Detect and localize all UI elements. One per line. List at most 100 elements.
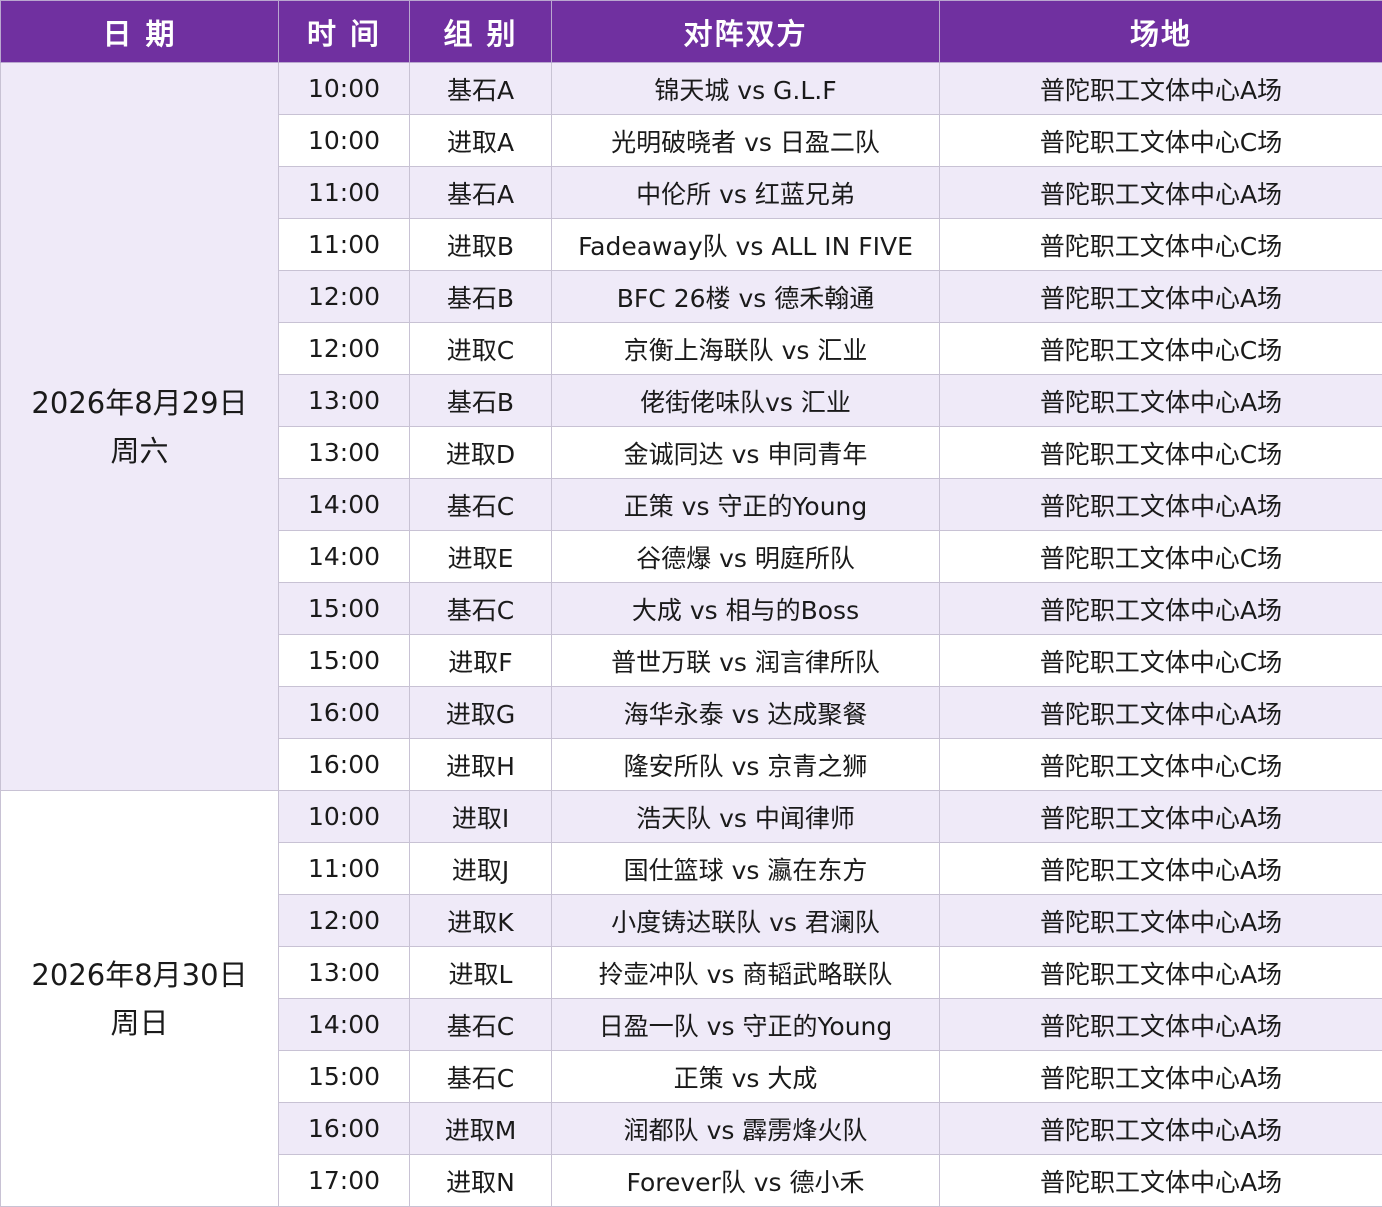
schedule-body: 2026年8月29日周六10:00基石A锦天城 vs G.L.F普陀职工文体中心…: [1, 63, 1382, 1207]
group-cell: 进取M: [410, 1103, 552, 1155]
weekday-text: 周日: [1, 999, 278, 1047]
match-cell: 佬街佬味队vs 汇业: [552, 375, 940, 427]
match-cell: 谷德爆 vs 明庭所队: [552, 531, 940, 583]
weekday-text: 周六: [1, 427, 278, 475]
venue-cell: 普陀职工文体中心A场: [940, 63, 1382, 115]
group-cell: 进取J: [410, 843, 552, 895]
match-cell: 京衡上海联队 vs 汇业: [552, 323, 940, 375]
match-cell: 光明破晓者 vs 日盈二队: [552, 115, 940, 167]
group-cell: 基石B: [410, 271, 552, 323]
time-cell: 12:00: [279, 323, 410, 375]
header-time: 时 间: [279, 1, 410, 63]
match-cell: 拎壶冲队 vs 商韬武略联队: [552, 947, 940, 999]
group-cell: 进取B: [410, 219, 552, 271]
match-cell: 日盈一队 vs 守正的Young: [552, 999, 940, 1051]
group-cell: 进取C: [410, 323, 552, 375]
group-cell: 进取I: [410, 791, 552, 843]
venue-cell: 普陀职工文体中心C场: [940, 219, 1382, 271]
match-cell: 大成 vs 相与的Boss: [552, 583, 940, 635]
group-cell: 进取G: [410, 687, 552, 739]
time-cell: 14:00: [279, 531, 410, 583]
time-cell: 11:00: [279, 167, 410, 219]
time-cell: 10:00: [279, 791, 410, 843]
venue-cell: 普陀职工文体中心A场: [940, 167, 1382, 219]
time-cell: 14:00: [279, 479, 410, 531]
venue-cell: 普陀职工文体中心A场: [940, 999, 1382, 1051]
time-cell: 13:00: [279, 427, 410, 479]
time-cell: 12:00: [279, 895, 410, 947]
group-cell: 进取H: [410, 739, 552, 791]
group-cell: 基石C: [410, 1051, 552, 1103]
match-cell: 国仕篮球 vs 瀛在东方: [552, 843, 940, 895]
time-cell: 11:00: [279, 843, 410, 895]
venue-cell: 普陀职工文体中心A场: [940, 375, 1382, 427]
time-cell: 16:00: [279, 1103, 410, 1155]
header-venue: 场地: [940, 1, 1382, 63]
venue-cell: 普陀职工文体中心A场: [940, 1155, 1382, 1207]
date-text: 2026年8月29日: [1, 379, 278, 427]
match-cell: 中伦所 vs 红蓝兄弟: [552, 167, 940, 219]
venue-cell: 普陀职工文体中心A场: [940, 479, 1382, 531]
venue-cell: 普陀职工文体中心A场: [940, 895, 1382, 947]
match-cell: 正策 vs 守正的Young: [552, 479, 940, 531]
time-cell: 15:00: [279, 583, 410, 635]
time-cell: 14:00: [279, 999, 410, 1051]
time-cell: 13:00: [279, 947, 410, 999]
match-cell: 海华永泰 vs 达成聚餐: [552, 687, 940, 739]
venue-cell: 普陀职工文体中心A场: [940, 687, 1382, 739]
venue-cell: 普陀职工文体中心C场: [940, 635, 1382, 687]
match-cell: 隆安所队 vs 京青之狮: [552, 739, 940, 791]
match-cell: BFC 26楼 vs 德禾翰通: [552, 271, 940, 323]
group-cell: 进取E: [410, 531, 552, 583]
header-row: 日 期 时 间 组 别 对阵双方 场地: [1, 1, 1382, 63]
venue-cell: 普陀职工文体中心A场: [940, 843, 1382, 895]
date-text: 2026年8月30日: [1, 951, 278, 999]
group-cell: 基石A: [410, 63, 552, 115]
venue-cell: 普陀职工文体中心C场: [940, 323, 1382, 375]
group-cell: 基石A: [410, 167, 552, 219]
match-cell: Fadeaway队 vs ALL IN FIVE: [552, 219, 940, 271]
header-match: 对阵双方: [552, 1, 940, 63]
match-cell: Forever队 vs 德小禾: [552, 1155, 940, 1207]
venue-cell: 普陀职工文体中心A场: [940, 1051, 1382, 1103]
time-cell: 16:00: [279, 739, 410, 791]
time-cell: 10:00: [279, 115, 410, 167]
time-cell: 10:00: [279, 63, 410, 115]
venue-cell: 普陀职工文体中心C场: [940, 427, 1382, 479]
group-cell: 基石B: [410, 375, 552, 427]
match-cell: 金诚同达 vs 申同青年: [552, 427, 940, 479]
header-date: 日 期: [1, 1, 279, 63]
venue-cell: 普陀职工文体中心A场: [940, 947, 1382, 999]
venue-cell: 普陀职工文体中心C场: [940, 531, 1382, 583]
group-cell: 进取F: [410, 635, 552, 687]
match-cell: 普世万联 vs 润言律所队: [552, 635, 940, 687]
venue-cell: 普陀职工文体中心C场: [940, 739, 1382, 791]
time-cell: 15:00: [279, 635, 410, 687]
group-cell: 进取N: [410, 1155, 552, 1207]
table-row: 2026年8月30日周日10:00进取I浩天队 vs 中闻律师普陀职工文体中心A…: [1, 791, 1382, 843]
schedule-table: 日 期 时 间 组 别 对阵双方 场地 2026年8月29日周六10:00基石A…: [0, 0, 1382, 1207]
group-cell: 基石C: [410, 999, 552, 1051]
group-cell: 进取K: [410, 895, 552, 947]
date-cell: 2026年8月29日周六: [1, 63, 279, 791]
match-cell: 浩天队 vs 中闻律师: [552, 791, 940, 843]
match-cell: 小度铸达联队 vs 君澜队: [552, 895, 940, 947]
group-cell: 进取A: [410, 115, 552, 167]
date-cell: 2026年8月30日周日: [1, 791, 279, 1207]
match-cell: 锦天城 vs G.L.F: [552, 63, 940, 115]
match-cell: 正策 vs 大成: [552, 1051, 940, 1103]
time-cell: 11:00: [279, 219, 410, 271]
group-cell: 基石C: [410, 583, 552, 635]
venue-cell: 普陀职工文体中心A场: [940, 791, 1382, 843]
match-cell: 润都队 vs 霹雳烽火队: [552, 1103, 940, 1155]
time-cell: 16:00: [279, 687, 410, 739]
venue-cell: 普陀职工文体中心C场: [940, 115, 1382, 167]
time-cell: 15:00: [279, 1051, 410, 1103]
header-group: 组 别: [410, 1, 552, 63]
venue-cell: 普陀职工文体中心A场: [940, 1103, 1382, 1155]
time-cell: 12:00: [279, 271, 410, 323]
venue-cell: 普陀职工文体中心A场: [940, 271, 1382, 323]
venue-cell: 普陀职工文体中心A场: [940, 583, 1382, 635]
group-cell: 基石C: [410, 479, 552, 531]
group-cell: 进取L: [410, 947, 552, 999]
